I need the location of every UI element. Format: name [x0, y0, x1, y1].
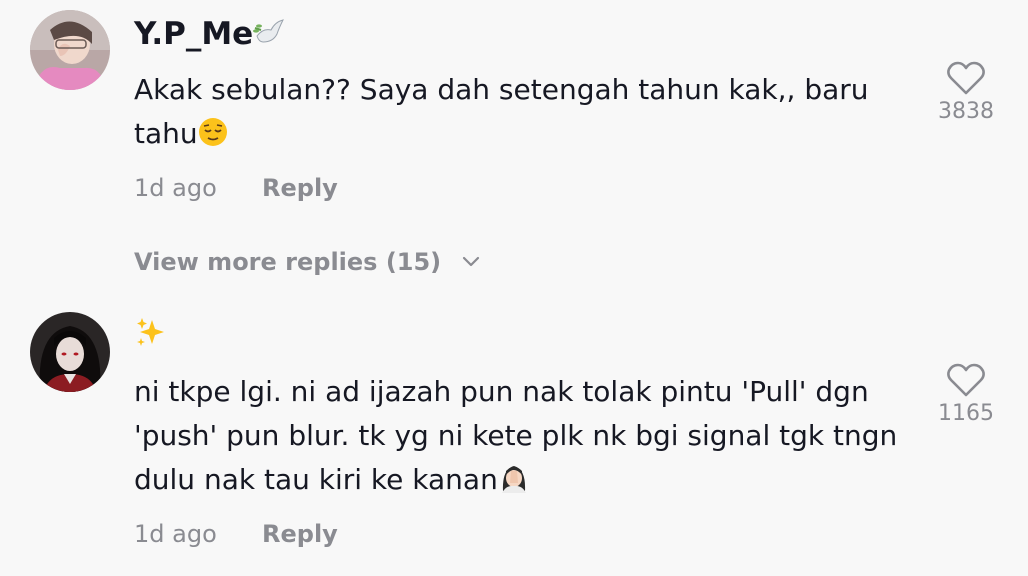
comment-text: ni tkpe lgi. ni ad ijazah pun nak tolak …	[134, 370, 897, 506]
comment-time: 1d ago	[134, 520, 217, 548]
reply-button[interactable]: Reply	[262, 518, 338, 550]
sparkles-emoji	[134, 316, 168, 360]
view-more-label: View more replies (15)	[134, 248, 442, 276]
like-count: 1165	[938, 401, 994, 426]
chevron-down-icon	[462, 244, 480, 276]
comment-time: 1d ago	[134, 174, 217, 202]
dove-emoji	[253, 16, 285, 58]
comment-line: 'push' pun blur. tk yg ni kete plk nk bg…	[134, 419, 898, 452]
username[interactable]	[134, 316, 168, 360]
woman-facepalming-emoji	[498, 461, 530, 506]
comment-line-text: dulu nak tau kiri ke kanan	[134, 463, 498, 496]
comment-text: Akak sebulan?? Saya dah setengah tahun k…	[134, 68, 869, 160]
like-button[interactable]: 3838	[926, 60, 1006, 126]
view-more-replies-button[interactable]: View more replies (15)	[134, 244, 480, 278]
like-button[interactable]: 1165	[926, 362, 1006, 428]
reply-button[interactable]: Reply	[262, 172, 338, 204]
username-text: Y.P_Me	[134, 16, 254, 52]
comments-panel: Y.P_Me Akak sebulan?? Saya dah setengah …	[0, 0, 1028, 576]
comment-line-text: tahu	[134, 117, 198, 150]
comment-line: tahu	[134, 112, 869, 160]
avatar[interactable]	[30, 10, 110, 90]
comment-line: dulu nak tau kiri ke kanan	[134, 458, 897, 506]
heart-icon	[947, 61, 985, 95]
relieved-face-emoji	[198, 116, 228, 160]
heart-icon	[947, 363, 985, 397]
username[interactable]: Y.P_Me	[134, 14, 285, 58]
avatar[interactable]	[30, 312, 110, 392]
comment-line: ni tkpe lgi. ni ad ijazah pun nak tolak …	[134, 375, 869, 408]
like-count: 3838	[938, 99, 994, 124]
comment-line: Akak sebulan?? Saya dah setengah tahun k…	[134, 73, 869, 106]
